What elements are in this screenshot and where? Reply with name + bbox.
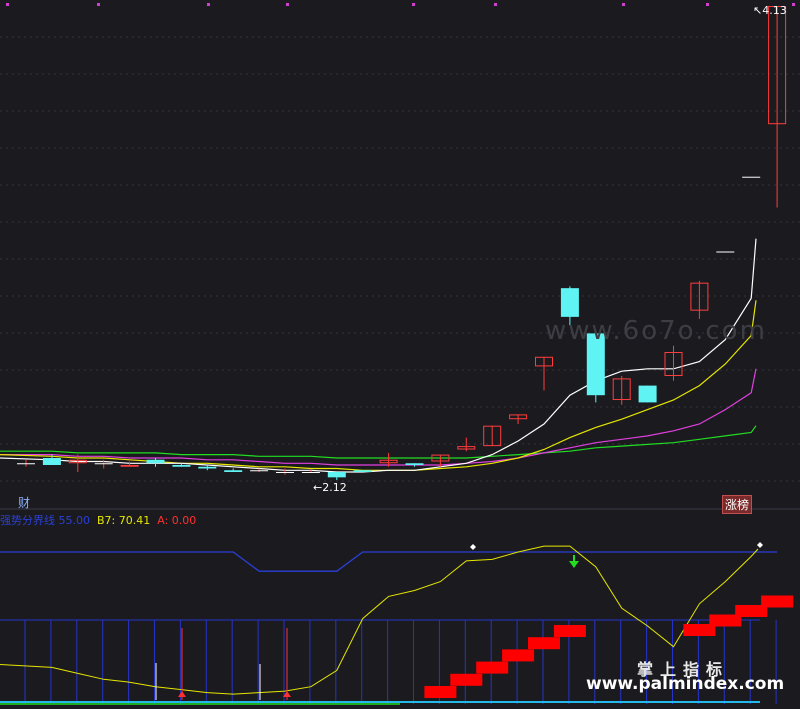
candle-body bbox=[276, 472, 294, 473]
indicator-legend: 强势分界线 55.00 B7: 70.41 A: 0.00 bbox=[0, 512, 196, 528]
candle-body bbox=[716, 251, 735, 253]
marker-dot bbox=[6, 3, 9, 6]
marker-dot bbox=[286, 3, 289, 6]
candle-body bbox=[742, 176, 761, 178]
down-arrow-icon bbox=[569, 561, 579, 568]
marker-dot bbox=[207, 3, 210, 6]
arrow-icon: ↖ bbox=[753, 4, 763, 17]
candle-body bbox=[327, 472, 346, 478]
arrow-icon: ← bbox=[313, 481, 323, 494]
candle-body bbox=[353, 470, 372, 472]
marker-dot bbox=[97, 3, 100, 6]
candle-body bbox=[301, 472, 320, 473]
legend-threshold: 强势分界线 55.00 bbox=[0, 514, 90, 527]
limit-up-badge[interactable]: 涨榜 bbox=[722, 495, 753, 514]
marker-dot bbox=[706, 3, 709, 6]
signal-block bbox=[553, 625, 586, 637]
threshold-line bbox=[0, 551, 778, 572]
price-low-label: ←2.12 bbox=[313, 481, 347, 494]
finance-marker: 财 bbox=[18, 496, 31, 510]
legend-b7: B7: 70.41 bbox=[97, 514, 151, 527]
candle-body bbox=[560, 288, 579, 317]
legend-a: A: 0.00 bbox=[157, 514, 197, 527]
brand-url: www.palmindex.com bbox=[586, 674, 785, 694]
ma60-line bbox=[0, 425, 757, 459]
marker-dot bbox=[494, 3, 497, 6]
signal-block bbox=[476, 661, 509, 674]
marker-dot bbox=[412, 3, 415, 6]
top-marker-dots bbox=[6, 3, 795, 6]
candle-body bbox=[638, 385, 657, 403]
candle-body bbox=[198, 466, 217, 469]
diamond-marker bbox=[470, 544, 476, 550]
signal-block bbox=[424, 686, 457, 698]
signal-block bbox=[502, 649, 535, 662]
watermark-site: www.6o7o.com bbox=[545, 316, 767, 346]
up-arrow-icon bbox=[178, 691, 186, 697]
moving-average-lines bbox=[0, 238, 757, 473]
diamond-marker bbox=[757, 542, 763, 548]
candle-body bbox=[42, 458, 61, 465]
candle-body bbox=[405, 463, 424, 465]
candle-body bbox=[250, 470, 269, 472]
price-gridlines bbox=[0, 36, 800, 482]
chart-canvas bbox=[0, 3, 800, 705]
candle-body bbox=[120, 465, 139, 467]
marker-dot bbox=[792, 3, 795, 6]
signal-block bbox=[450, 673, 483, 686]
price-high-label: ↖4.13 bbox=[753, 4, 787, 17]
candle-body bbox=[146, 459, 165, 464]
candle-body bbox=[17, 463, 35, 465]
candle-body bbox=[94, 463, 113, 465]
ma20-line bbox=[0, 368, 757, 466]
candle-body bbox=[224, 470, 243, 472]
signal-block bbox=[761, 595, 794, 608]
candlesticks bbox=[17, 6, 787, 480]
marker-dot bbox=[622, 3, 625, 6]
signal-block bbox=[528, 637, 560, 650]
candle-body bbox=[172, 465, 191, 467]
